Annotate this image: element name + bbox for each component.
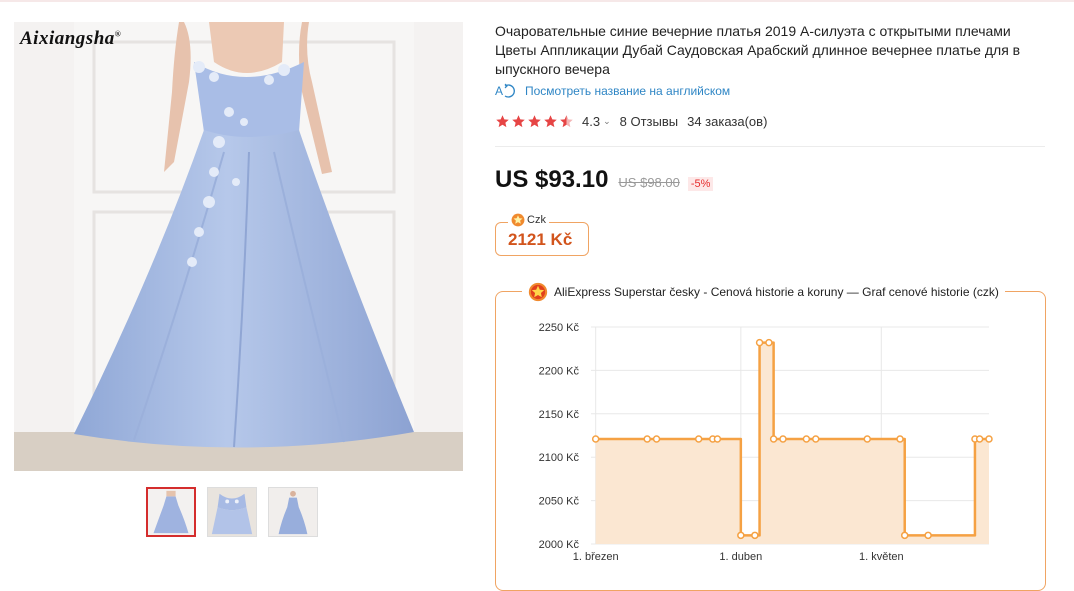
brand-registered-mark: ® bbox=[114, 29, 122, 39]
data-point bbox=[975, 435, 984, 443]
data-point bbox=[765, 338, 773, 347]
data-point bbox=[779, 435, 787, 443]
thumbnail-2[interactable] bbox=[207, 487, 257, 537]
brand-watermark: Aixiangsha® bbox=[20, 28, 121, 50]
discount-badge: -5% bbox=[687, 177, 714, 191]
data-point bbox=[751, 531, 759, 540]
czk-label: Czk bbox=[527, 214, 546, 226]
y-tick-label: 2250 Kč bbox=[539, 322, 580, 334]
star-full-icon bbox=[496, 115, 509, 128]
thumbnail-3-image bbox=[269, 488, 317, 536]
price-history-chart[interactable]: 2000 Kč 2050 Kč 2100 Kč 2150 Kč 2200 Kč 2250 … bbox=[496, 292, 1047, 578]
data-point bbox=[985, 435, 993, 443]
data-point bbox=[769, 435, 778, 443]
y-tick-label: 2000 Kč bbox=[539, 539, 580, 551]
star-full-icon bbox=[512, 115, 525, 128]
x-tick-label: 1. duben bbox=[719, 551, 762, 563]
thumbnail-strip bbox=[146, 487, 318, 537]
y-tick-label: 2050 Kč bbox=[539, 496, 580, 508]
product-title: Очаровательные синие вечерние платья 201… bbox=[495, 23, 1021, 77]
data-point bbox=[812, 435, 820, 443]
top-rule bbox=[0, 0, 1074, 2]
data-point bbox=[900, 531, 909, 540]
data-point bbox=[924, 531, 932, 540]
thumbnail-2-image bbox=[208, 488, 256, 536]
data-point bbox=[896, 435, 904, 443]
brand-name: Aixiangsha bbox=[20, 28, 115, 49]
data-point bbox=[755, 338, 764, 347]
rating-stars bbox=[495, 114, 574, 129]
dress-illustration bbox=[14, 22, 463, 471]
y-tick-label: 2200 Kč bbox=[539, 365, 580, 377]
thumbnail-1-image bbox=[148, 489, 194, 535]
series-area bbox=[595, 342, 989, 544]
y-tick-label: 2100 Kč bbox=[539, 452, 580, 464]
product-main-image[interactable]: Aixiangsha® bbox=[14, 22, 463, 471]
rating-row: 4.3 ⌄ 8 Отзывы 34 заказа(ов) bbox=[495, 114, 767, 129]
divider bbox=[495, 146, 1045, 147]
translate-title-link[interactable]: A Посмотреть название на английском bbox=[495, 83, 730, 99]
czk-value: 2121 Kč bbox=[508, 230, 573, 249]
rating-value: 4.3 bbox=[582, 114, 601, 129]
star-badge-icon bbox=[511, 213, 525, 227]
original-price: US $98.00 bbox=[618, 175, 680, 190]
orders-count: 34 заказа(ов) bbox=[687, 114, 768, 129]
translate-link-label: Посмотреть название на английском bbox=[525, 84, 731, 98]
x-tick-label: 1. březen bbox=[573, 551, 619, 563]
price-history-panel: AliExpress Superstar česky - Cenová hist… bbox=[495, 282, 1047, 591]
star-full-icon bbox=[544, 115, 557, 128]
czk-header: Czk bbox=[508, 213, 549, 227]
reviews-link[interactable]: 8 Отзывы bbox=[620, 114, 678, 129]
translate-icon: A bbox=[495, 83, 515, 98]
star-full-icon bbox=[528, 115, 541, 128]
data-point bbox=[591, 435, 600, 443]
data-point bbox=[652, 435, 661, 443]
rating-chevron-icon[interactable]: ⌄ bbox=[603, 116, 611, 127]
data-point bbox=[737, 531, 745, 540]
data-point bbox=[863, 435, 872, 443]
current-price: US $93.10 bbox=[495, 166, 609, 193]
svg-text:A: A bbox=[495, 84, 503, 98]
czk-price-box: Czk 2121 Kč bbox=[495, 213, 589, 256]
data-point bbox=[694, 435, 703, 443]
x-tick-label: 1. květen bbox=[859, 551, 904, 563]
data-point bbox=[643, 435, 651, 443]
star-half-icon bbox=[560, 115, 573, 128]
data-point bbox=[713, 435, 722, 443]
data-point bbox=[802, 435, 811, 443]
thumbnail-3[interactable] bbox=[268, 487, 318, 537]
thumbnail-1[interactable] bbox=[146, 487, 196, 537]
y-tick-label: 2150 Kč bbox=[539, 409, 580, 421]
price-row: US $93.10 US $98.00 -5% bbox=[495, 166, 714, 194]
